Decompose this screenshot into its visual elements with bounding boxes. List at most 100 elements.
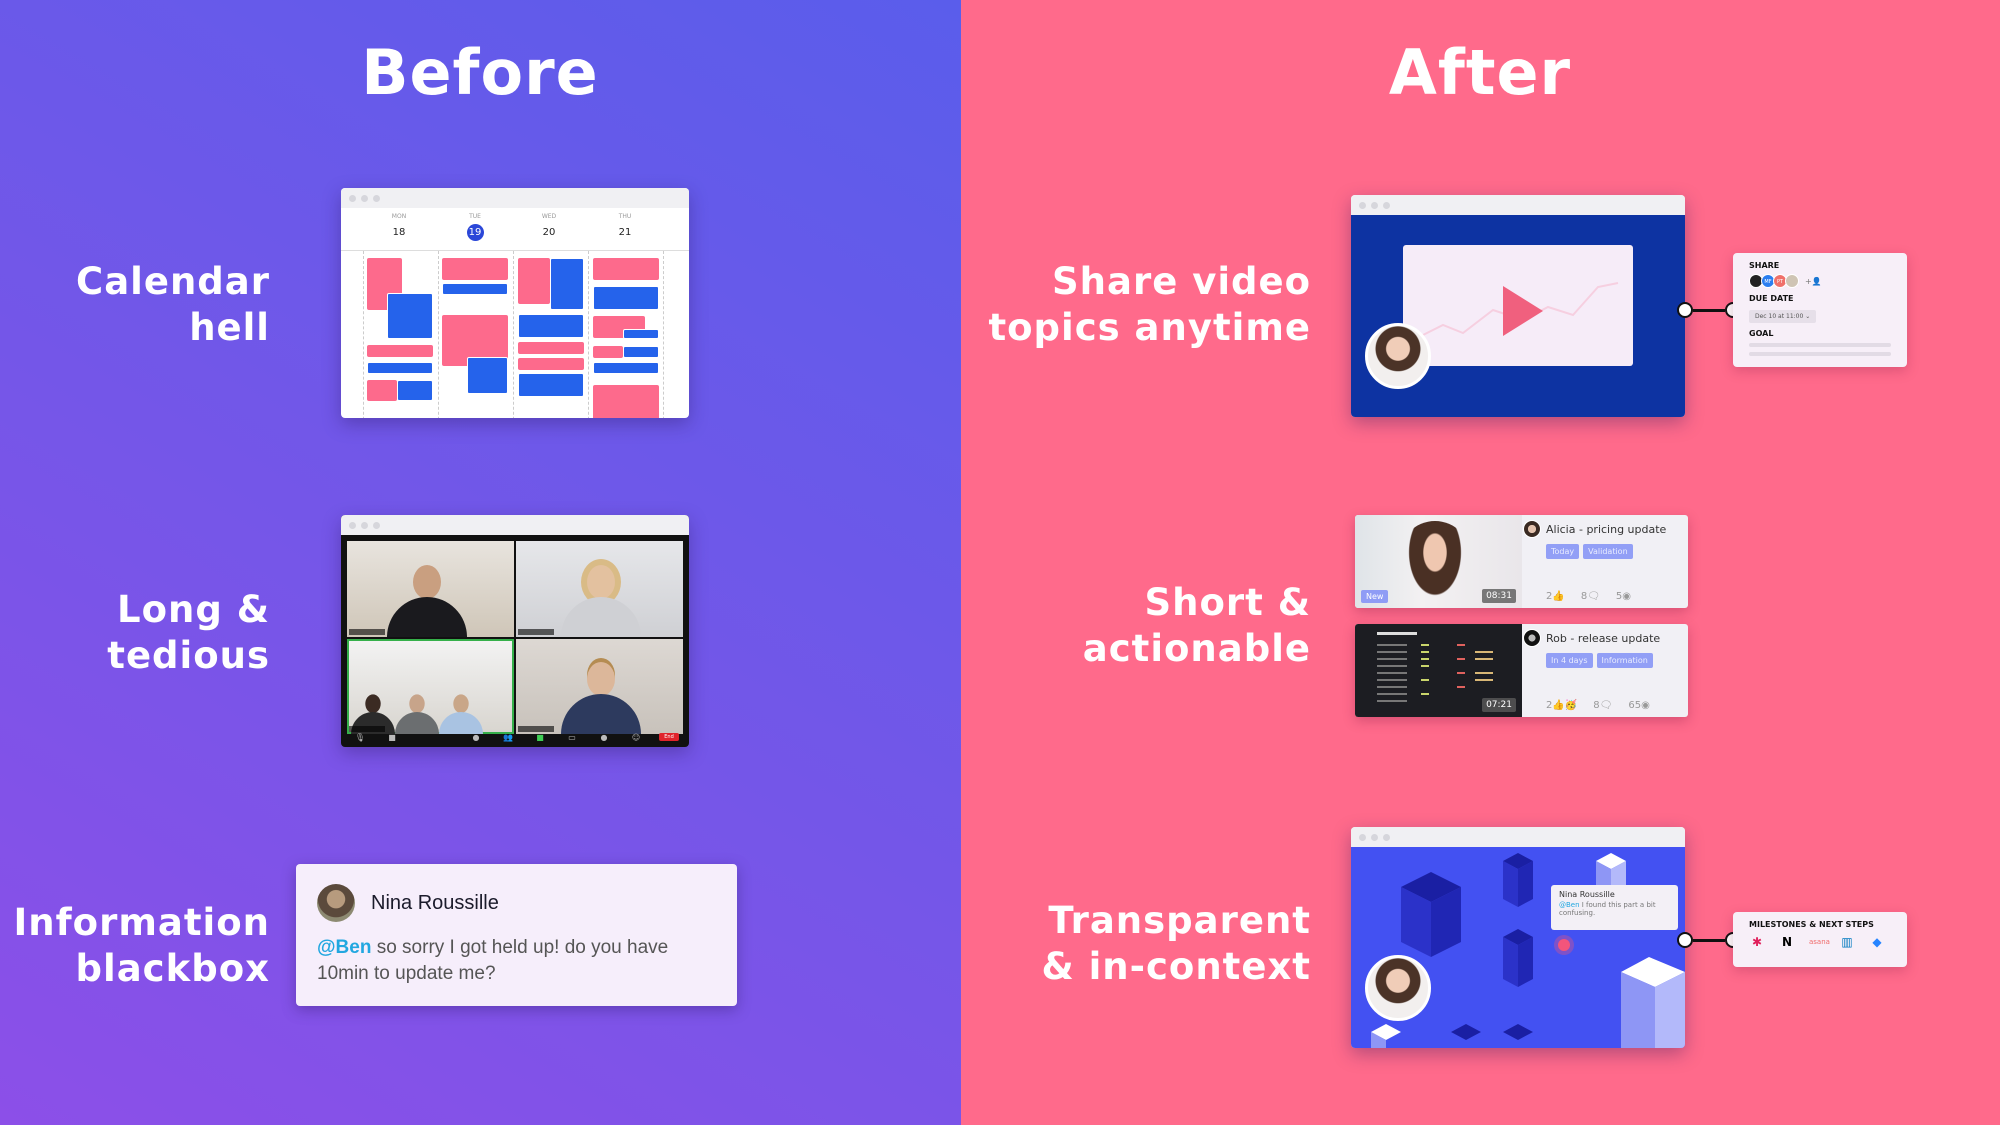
calendar-event[interactable] — [367, 362, 433, 374]
trello-icon[interactable]: ▥ — [1839, 935, 1855, 949]
presenter-camera-bubble — [1365, 955, 1431, 1021]
label-line: Long & — [117, 588, 270, 631]
calendar-event[interactable] — [518, 358, 584, 370]
participant-tile[interactable] — [347, 541, 514, 637]
timestamped-comment[interactable]: Nina Roussille @Ben I found this part a … — [1551, 885, 1678, 930]
calendar-header: MON 18 TUE 19 WED 20 THU 21 — [341, 208, 689, 251]
window-dot[interactable] — [349, 194, 356, 202]
stop-video-button[interactable]: ■ — [383, 733, 401, 742]
participant-name-tag — [349, 628, 385, 635]
calendar-event[interactable] — [367, 380, 397, 401]
video-list-item[interactable]: New 08:31 Alicia - pricing update Today … — [1355, 515, 1688, 608]
calendar-event[interactable] — [593, 385, 659, 418]
participant-name-tag — [518, 628, 554, 635]
video-screen[interactable] — [1403, 245, 1633, 366]
calendar-event[interactable] — [397, 380, 433, 401]
participant-tile[interactable] — [516, 541, 683, 637]
video-stage — [1351, 215, 1685, 417]
cube — [1621, 957, 1685, 1048]
avatar[interactable] — [1785, 274, 1799, 288]
presenter-camera-bubble — [1365, 323, 1431, 389]
video-tags: Today Validation — [1546, 544, 1633, 559]
video-title[interactable]: Rob - release update — [1546, 632, 1660, 645]
calendar-event[interactable] — [518, 373, 584, 397]
participant-tile[interactable] — [516, 638, 683, 734]
video-duration: 07:21 — [1482, 698, 1516, 712]
end-meeting-button[interactable]: End — [659, 733, 679, 741]
participant-tile[interactable] — [347, 638, 514, 734]
comment-pin[interactable] — [1558, 939, 1570, 951]
comment-count[interactable]: 8🗨 — [1593, 700, 1612, 711]
goal-input-placeholder[interactable] — [1749, 343, 1891, 347]
window-titlebar — [1351, 827, 1685, 847]
video-thumbnail[interactable]: 07:21 — [1355, 624, 1522, 717]
calendar-event[interactable] — [442, 283, 508, 295]
due-date-select[interactable]: Dec 10 at 11:00 ⌄ — [1749, 310, 1817, 323]
share-screen-button[interactable]: ■ — [531, 733, 549, 742]
tag[interactable]: Today — [1546, 544, 1580, 559]
goal-input-placeholder[interactable] — [1749, 352, 1891, 356]
window-dot[interactable] — [361, 521, 368, 529]
video-comment-window: Nina Roussille @Ben I found this part a … — [1351, 827, 1685, 1048]
calendar-event[interactable] — [623, 329, 659, 339]
day-number: 20 — [542, 227, 556, 238]
calendar-event[interactable] — [367, 345, 433, 357]
window-dot[interactable] — [1359, 201, 1366, 209]
slack-icon[interactable]: ✱ — [1749, 935, 1765, 949]
video-thumbnail[interactable]: New 08:31 — [1355, 515, 1522, 608]
tag[interactable]: Validation — [1583, 544, 1633, 559]
add-user-icon[interactable]: +👤 — [1805, 277, 1822, 286]
calendar-day-wed[interactable]: WED 20 — [519, 213, 579, 241]
reaction-count[interactable]: 2👍🥳 — [1546, 700, 1577, 711]
notion-icon[interactable]: N — [1779, 935, 1795, 949]
video-topic-window — [1351, 195, 1685, 417]
chat-message-card: Nina Roussille @Ben so sorry I got held … — [296, 864, 737, 1006]
video-tags: In 4 days Information — [1546, 653, 1653, 668]
cube — [1401, 872, 1461, 957]
window-dot[interactable] — [373, 521, 380, 529]
calendar-event[interactable] — [518, 258, 550, 304]
window-dot[interactable] — [1383, 833, 1390, 841]
tag[interactable]: In 4 days — [1546, 653, 1593, 668]
window-dot[interactable] — [1371, 833, 1378, 841]
reactions-button[interactable]: ☺ — [627, 733, 645, 742]
window-dot[interactable] — [361, 194, 368, 202]
participants-button[interactable]: 👥 — [499, 733, 517, 742]
calendar-day-mon[interactable]: MON 18 — [369, 213, 429, 241]
day-number-today: 19 — [466, 224, 484, 241]
jira-icon[interactable]: ◆ — [1869, 935, 1885, 949]
calendar-event[interactable] — [518, 342, 584, 354]
calendar-event[interactable] — [593, 286, 659, 310]
video-title[interactable]: Alicia - pricing update — [1546, 523, 1666, 536]
calendar-event[interactable] — [467, 357, 508, 394]
calendar-event[interactable] — [387, 293, 433, 339]
record-button[interactable]: ● — [595, 733, 613, 742]
calendar-event[interactable] — [593, 258, 659, 280]
calendar-event[interactable] — [623, 346, 659, 358]
window-dot[interactable] — [1359, 833, 1366, 841]
calendar-event[interactable] — [593, 362, 659, 374]
video-list-item[interactable]: 07:21 Rob - release update In 4 days Inf… — [1355, 624, 1688, 717]
comment-count[interactable]: 8🗨 — [1581, 591, 1600, 602]
mention-link[interactable]: @Ben — [317, 937, 371, 958]
window-dot[interactable] — [349, 521, 356, 529]
mute-button[interactable]: 🎙 — [351, 733, 369, 742]
calendar-event[interactable] — [518, 314, 584, 338]
reaction-count[interactable]: 2👍 — [1546, 591, 1565, 602]
calendar-event[interactable] — [442, 258, 508, 280]
chat-button[interactable]: ▭ — [563, 733, 581, 742]
calendar-day-tue[interactable]: TUE 19 — [445, 213, 505, 241]
calendar-event[interactable] — [593, 346, 623, 358]
label-line: Information — [13, 901, 270, 944]
calendar-event[interactable] — [550, 258, 584, 310]
security-button[interactable]: ● — [467, 733, 485, 742]
asana-icon[interactable]: asana — [1809, 938, 1830, 946]
calendar-day-thu[interactable]: THU 21 — [595, 213, 655, 241]
window-dot[interactable] — [1383, 201, 1390, 209]
tag[interactable]: Information — [1596, 653, 1653, 668]
eye-icon: ◉ — [1622, 591, 1632, 602]
window-dot[interactable] — [1371, 201, 1378, 209]
mention-link[interactable]: @Ben — [1559, 901, 1580, 909]
window-dot[interactable] — [373, 194, 380, 202]
play-icon[interactable] — [1503, 286, 1543, 336]
